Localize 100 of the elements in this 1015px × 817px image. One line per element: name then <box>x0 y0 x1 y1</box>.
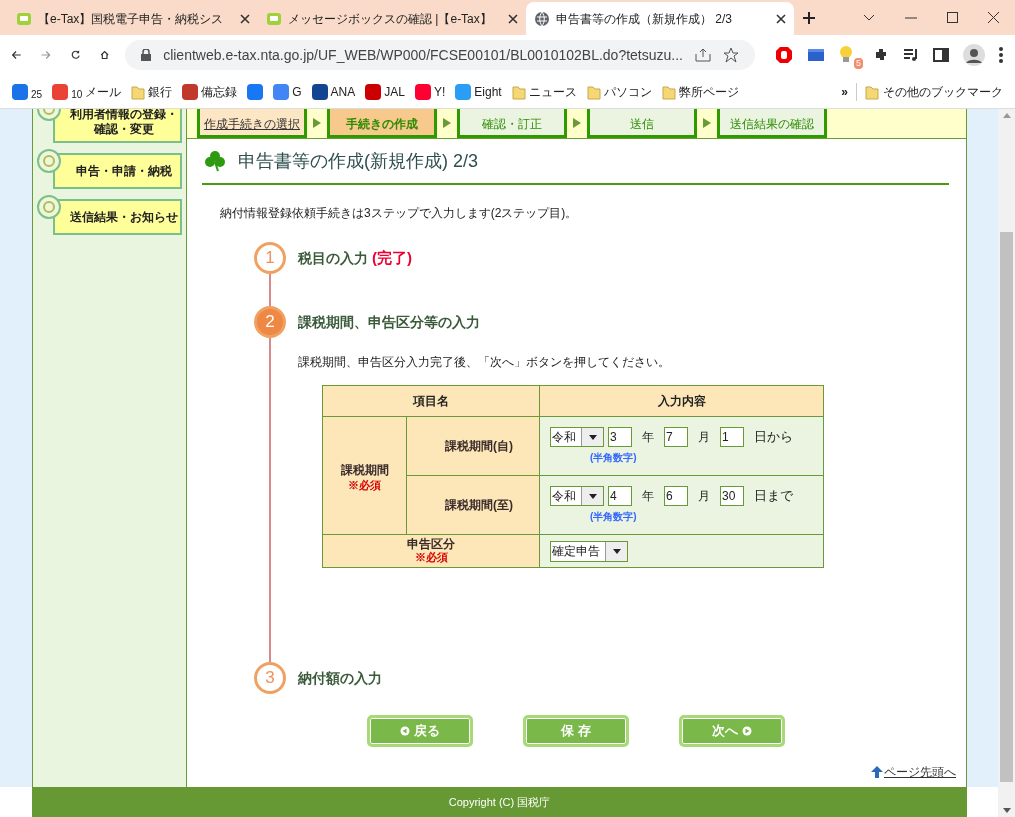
folder-icon <box>661 83 676 100</box>
bookmark-label: 弊所ページ <box>678 83 739 101</box>
triangle-arrow-icon <box>573 118 581 128</box>
tab-title: メッセージボックスの確認 |【e-Tax】 <box>288 10 493 28</box>
bookmark[interactable]: 10 メール <box>52 82 122 101</box>
month-field[interactable]: 6 <box>664 486 688 506</box>
unit-label: 日まで <box>753 487 793 506</box>
forward-arrow-icon[interactable] <box>41 48 51 62</box>
bookmark[interactable]: G <box>273 82 302 101</box>
step-number: 3 <box>254 662 286 694</box>
instruction-text: 課税期間、申告区分入力完了後、「次へ」ボタンを押してください。 <box>298 354 671 371</box>
triangle-arrow-icon <box>443 118 451 128</box>
bookmark[interactable]: 銀行 <box>131 82 173 101</box>
year-field[interactable]: 3 <box>608 427 632 447</box>
day-field[interactable]: 1 <box>720 427 744 447</box>
bookmark[interactable]: 弊所ページ <box>661 82 739 101</box>
column-header: 入力内容 <box>539 385 824 417</box>
puzzle-icon[interactable] <box>873 47 889 63</box>
chevron-down-icon[interactable] <box>863 13 875 22</box>
playlist-icon[interactable] <box>903 48 919 62</box>
avatar-icon[interactable] <box>963 44 985 66</box>
unit-label: 日から <box>753 428 793 447</box>
window-icon[interactable] <box>807 47 825 63</box>
bookmark[interactable]: Y! <box>414 82 446 101</box>
stop-sign-icon[interactable] <box>775 46 793 64</box>
triangle-arrow-icon <box>313 118 321 128</box>
favicon-icon <box>16 10 32 27</box>
close-icon[interactable] <box>240 13 250 24</box>
row-label: 課税期間 <box>339 461 390 479</box>
row-label: 課税期間(至) <box>444 497 514 514</box>
progress-step: 送信結果の確認 <box>717 109 827 138</box>
era-select[interactable]: 令和 <box>550 427 604 447</box>
dropdown-arrow-icon <box>588 434 597 440</box>
bookmark[interactable]: Eight <box>455 82 502 101</box>
lock-icon <box>141 49 152 61</box>
unit-label: 年 <box>641 429 655 446</box>
minimize-icon[interactable] <box>905 16 917 19</box>
more-bookmarks-button[interactable]: » <box>841 82 848 101</box>
up-arrow-icon <box>871 766 883 778</box>
circle-emblem-icon <box>37 149 61 173</box>
bookmark-label: パソコン <box>603 83 652 101</box>
bookmark-label: G <box>292 83 302 101</box>
bookmark[interactable]: 備忘録 <box>182 82 238 101</box>
url-text: clientweb.e-tax.nta.go.jp/UF_WEB/WP000/FCSE00101/BL0010102BL.do?tetsuzu... <box>163 45 683 65</box>
progress-step[interactable]: 作成手続きの選択 <box>197 109 307 138</box>
bookmark-label: メール <box>85 83 122 101</box>
lightbulb-icon[interactable] <box>839 45 853 63</box>
unit-label: 月 <box>697 488 711 505</box>
required-mark: ※必須 <box>413 551 449 564</box>
bookmark[interactable]: その他のブックマーク <box>856 82 1003 101</box>
right-arrow-icon <box>742 726 752 736</box>
close-icon[interactable] <box>508 13 518 24</box>
left-arrow-icon <box>400 726 410 736</box>
bookmark[interactable]: JAL <box>365 82 405 101</box>
triangle-arrow-icon <box>703 118 711 128</box>
progress-step: 送信 <box>587 109 697 138</box>
tab-title: 【e-Tax】国税電子申告・納税シス <box>38 10 225 28</box>
circle-emblem-icon <box>37 195 61 219</box>
step-title: 課税期間、申告区分等の入力 <box>298 312 480 332</box>
day-field[interactable]: 30 <box>720 486 744 506</box>
share-icon[interactable] <box>695 48 711 62</box>
bookmark[interactable]: ニュース <box>511 82 577 101</box>
year-field[interactable]: 4 <box>608 486 632 506</box>
address-bar[interactable]: clientweb.e-tax.nta.go.jp/UF_WEB/WP000/FCSE00101/BL0010102BL.do?tetsuzu... <box>125 40 755 70</box>
dropdown-arrow-icon <box>612 548 621 554</box>
new-tab-icon[interactable] <box>802 11 816 25</box>
dropdown-arrow-icon <box>588 493 597 499</box>
bookmark-label: Y! <box>433 83 446 101</box>
badge-count: 25 <box>31 89 43 100</box>
step-title: 税目の入力 <box>298 248 368 268</box>
scrollbar[interactable] <box>998 109 1015 817</box>
sidebar-item[interactable]: 送信結果・お知らせ <box>53 199 182 235</box>
more-menu-icon[interactable] <box>999 47 1003 63</box>
clover-icon <box>204 150 226 172</box>
bookmark-label: 銀行 <box>148 83 173 101</box>
scroll-down-icon[interactable] <box>1002 808 1011 813</box>
folder-icon <box>586 83 601 100</box>
step-number: 1 <box>254 242 286 274</box>
bookmark-label: ニュース <box>528 83 577 101</box>
status-text: (完了) <box>372 247 412 268</box>
star-icon[interactable] <box>723 47 739 63</box>
site-icon[interactable] <box>247 83 264 100</box>
filing-type-select[interactable]: 確定申告 <box>550 540 628 562</box>
bookmark[interactable]: パソコン <box>586 82 652 101</box>
browser-tab[interactable]: 申告書等の作成（新規作成） 2/3 <box>526 2 794 35</box>
maximize-icon[interactable] <box>947 12 958 23</box>
page-top-link[interactable]: ページ先頭へ <box>884 763 956 781</box>
sidebar-item[interactable]: 申告・申請・納税 <box>53 153 182 189</box>
bookmark[interactable]: ANA <box>311 82 356 101</box>
close-icon[interactable] <box>776 13 786 24</box>
favicon-icon <box>266 10 282 27</box>
back-arrow-icon[interactable] <box>12 48 22 62</box>
side-panel-icon[interactable] <box>933 48 949 62</box>
browser-tab[interactable]: メッセージボックスの確認 |【e-Tax】 <box>258 2 526 35</box>
month-field[interactable]: 7 <box>664 427 688 447</box>
column-header: 項目名 <box>322 385 540 417</box>
era-select[interactable]: 令和 <box>550 486 604 506</box>
close-icon[interactable] <box>988 12 999 23</box>
bookmark[interactable]: 25 <box>12 83 43 100</box>
browser-tab[interactable]: 【e-Tax】国税電子申告・納税シス <box>8 2 258 35</box>
